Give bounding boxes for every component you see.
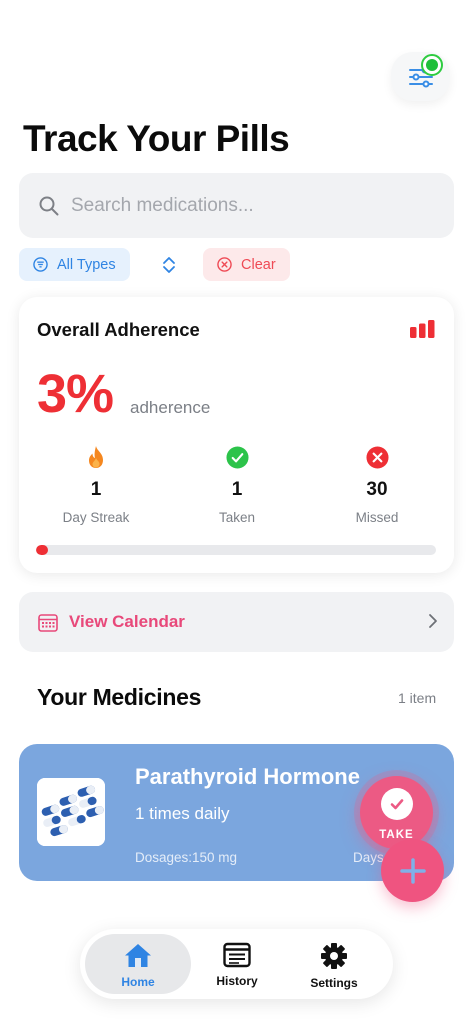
bottom-tab-bar: Home History Settings [80, 929, 393, 999]
medicine-image [37, 778, 105, 846]
stat-day-streak-value: 1 [90, 479, 102, 500]
type-filter-label: All Types [57, 256, 116, 273]
adherence-percent: 3% [37, 364, 114, 424]
adherence-progress-bar [36, 545, 436, 555]
search-icon [39, 196, 59, 215]
stat-taken-value: 1 [231, 479, 243, 500]
add-medicine-button[interactable] [381, 839, 444, 902]
clear-filters-chip[interactable]: Clear [203, 248, 290, 281]
stat-missed-label: Missed [355, 510, 399, 525]
tab-home[interactable]: Home [85, 934, 191, 994]
adherence-card: Overall Adherence 3% adherence 1 Day Str… [19, 297, 454, 573]
medicine-name: Parathyroid Hormone [135, 764, 360, 789]
bar-chart-icon [410, 320, 435, 338]
medicine-days: Days [353, 850, 384, 865]
search-input[interactable] [71, 194, 411, 217]
stat-missed-value: 30 [366, 479, 388, 500]
type-filter-chip[interactable]: All Types [19, 248, 130, 281]
chevron-up-down-icon [163, 256, 175, 273]
chevron-right-icon [429, 614, 437, 628]
gear-icon [321, 943, 347, 969]
close-circle-icon [217, 257, 232, 272]
x-circle-icon [365, 445, 389, 469]
adherence-percent-label: adherence [130, 398, 211, 417]
adherence-title: Overall Adherence [37, 319, 200, 340]
view-calendar-label: View Calendar [69, 612, 185, 631]
check-circle-icon [225, 445, 249, 469]
adherence-progress-fill [36, 545, 48, 555]
medicine-dosage: Dosages:150 mg [135, 850, 238, 865]
home-icon [125, 944, 151, 967]
medicines-count: 1 item [398, 690, 437, 706]
view-calendar-button[interactable]: View Calendar [19, 592, 454, 652]
page-title: Track Your Pills [23, 118, 290, 159]
flame-icon [89, 446, 103, 468]
check-icon [380, 788, 413, 820]
tab-settings-label: Settings [310, 976, 358, 990]
stat-missed: 30 Missed [317, 445, 437, 525]
stat-day-streak: 1 Day Streak [36, 445, 156, 525]
tab-settings[interactable]: Settings [281, 934, 387, 994]
tab-home-label: Home [121, 975, 155, 989]
take-dose-button[interactable]: TAKE [360, 776, 433, 849]
stat-taken-label: Taken [218, 510, 256, 525]
clear-filters-label: Clear [241, 256, 276, 273]
sort-toggle-button[interactable] [155, 248, 183, 281]
filter-list-icon [33, 257, 48, 272]
medicine-frequency: 1 times daily [135, 804, 230, 823]
tab-history-label: History [216, 974, 258, 988]
plus-icon [399, 857, 426, 884]
tab-history[interactable]: History [184, 934, 290, 994]
calendar-icon [38, 613, 58, 632]
stat-taken: 1 Taken [177, 445, 297, 525]
filter-active-indicator [421, 54, 443, 76]
medicines-section-title: Your Medicines [37, 684, 202, 710]
stat-day-streak-label: Day Streak [62, 510, 130, 525]
search-bar[interactable] [19, 173, 454, 238]
history-icon [223, 942, 251, 968]
